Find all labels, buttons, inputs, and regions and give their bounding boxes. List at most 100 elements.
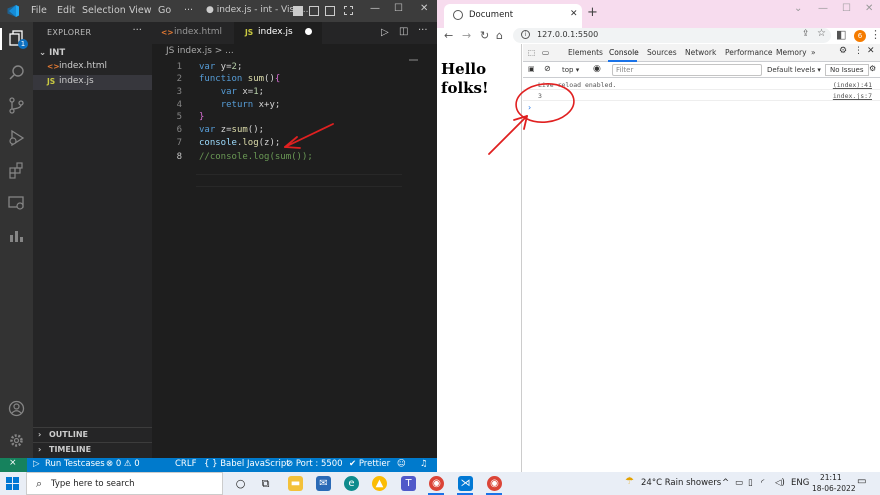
- file-index-html[interactable]: <> index.html: [33, 60, 152, 75]
- teams-icon[interactable]: T: [401, 476, 416, 491]
- run-file-icon[interactable]: ▷: [381, 27, 389, 38]
- vscode-taskbar-icon[interactable]: ⋊: [458, 476, 473, 491]
- console-filter-input[interactable]: Filter: [612, 64, 762, 76]
- language-indicator[interactable]: ENG: [791, 478, 809, 488]
- device-toolbar-icon[interactable]: ▭: [542, 48, 549, 57]
- share-icon[interactable]: ⇪: [802, 29, 810, 39]
- close-icon[interactable]: ✕: [420, 3, 428, 14]
- menu-view[interactable]: View: [129, 5, 152, 16]
- tab-elements[interactable]: Elements: [568, 48, 603, 57]
- clear-console-icon[interactable]: ⊘: [544, 64, 551, 73]
- more-tabs-icon[interactable]: »: [811, 48, 816, 57]
- site-info-icon[interactable]: i: [521, 30, 530, 39]
- mail-icon[interactable]: ✉: [316, 476, 331, 491]
- tab-performance[interactable]: Performance: [725, 48, 773, 57]
- outline-section[interactable]: › OUTLINE: [33, 427, 152, 442]
- source-control-icon[interactable]: [8, 97, 25, 114]
- run-debug-icon[interactable]: [8, 129, 25, 146]
- maximize-icon[interactable]: ☐: [842, 3, 851, 14]
- volume-icon[interactable]: ◁): [775, 478, 785, 488]
- network-icon[interactable]: ▭: [735, 478, 743, 488]
- tab-index-js[interactable]: JS index.js: [234, 22, 322, 44]
- google-drive-icon[interactable]: ▲: [372, 476, 387, 491]
- menu-go[interactable]: Go: [158, 5, 171, 16]
- split-editor-icon[interactable]: ◫: [399, 26, 408, 37]
- notifications-icon[interactable]: ▭: [857, 476, 866, 487]
- taskbar-search-box[interactable]: ⌕ Type here to search: [26, 472, 223, 495]
- code-line-6[interactable]: var z=sum();: [199, 125, 264, 135]
- eol-indicator[interactable]: CRLF: [175, 459, 196, 469]
- menu-selection[interactable]: Selection: [82, 5, 126, 16]
- run-testcases-button[interactable]: Run Testcases: [45, 459, 105, 469]
- search-icon[interactable]: [8, 64, 25, 81]
- language-mode[interactable]: { } Babel JavaScript: [204, 459, 290, 469]
- close-tab-icon[interactable]: ✕: [570, 9, 578, 19]
- chrome-second-icon[interactable]: ◉: [487, 476, 502, 491]
- side-panel-icon[interactable]: ◧: [836, 28, 846, 41]
- settings-gear-icon[interactable]: [8, 432, 25, 449]
- browser-tab[interactable]: Document ✕: [444, 4, 582, 28]
- live-server-port[interactable]: ⊘ Port : 5500: [286, 459, 343, 469]
- toggle-sidebar-icon[interactable]: [293, 6, 303, 16]
- problems-indicator[interactable]: ⊗ 0 ⚠ 0: [106, 459, 140, 469]
- code-line-4[interactable]: return x+y;: [199, 100, 281, 110]
- menu-more[interactable]: ···: [184, 5, 193, 16]
- menu-edit[interactable]: Edit: [57, 5, 75, 16]
- browser-menu-icon[interactable]: ⋮: [870, 28, 880, 41]
- tab-search-icon[interactable]: ⌄: [794, 3, 802, 14]
- windows-start-icon[interactable]: [6, 477, 19, 490]
- minimap[interactable]: [409, 59, 418, 61]
- prettier-status[interactable]: ✔ Prettier: [349, 459, 390, 469]
- show-hidden-icons-icon[interactable]: ^: [722, 478, 729, 488]
- timeline-section[interactable]: › TIMELINE: [33, 442, 152, 457]
- console-prompt[interactable]: ›: [528, 103, 531, 112]
- code-line-2[interactable]: function sum(){: [199, 74, 280, 84]
- editor-more-icon[interactable]: ···: [418, 25, 428, 36]
- file-index-js[interactable]: JS index.js: [33, 75, 152, 90]
- tab-console[interactable]: Console: [609, 48, 639, 57]
- tab-index-html[interactable]: <> index.html: [152, 22, 234, 44]
- bookmark-star-icon[interactable]: ☆: [817, 28, 826, 39]
- url-text[interactable]: 127.0.0.1:5500: [537, 30, 598, 39]
- tab-sources[interactable]: Sources: [647, 48, 677, 57]
- unsaved-dot-icon[interactable]: [305, 28, 312, 35]
- console-source-link[interactable]: index.js:7: [833, 92, 872, 100]
- battery-icon[interactable]: ▯: [748, 478, 753, 488]
- chrome-icon[interactable]: ◉: [429, 476, 444, 491]
- forward-icon[interactable]: →: [462, 29, 471, 42]
- clock-time[interactable]: 21:11: [820, 473, 842, 482]
- tab-network[interactable]: Network: [685, 48, 716, 57]
- profile-avatar[interactable]: 6: [854, 30, 866, 42]
- cortana-icon[interactable]: ○: [233, 476, 248, 491]
- remote-indicator[interactable]: ⨯: [0, 458, 27, 472]
- explorer-more-icon[interactable]: ···: [132, 25, 142, 36]
- toggle-secondary-sidebar-icon[interactable]: [325, 6, 335, 16]
- code-line-1[interactable]: var y=2;: [199, 62, 242, 72]
- reload-icon[interactable]: ↻: [480, 29, 489, 42]
- wifi-icon[interactable]: ◜: [761, 478, 764, 488]
- console-source-link[interactable]: (index):41: [833, 81, 872, 89]
- address-bar[interactable]: i 127.0.0.1:5500 ⇪ ☆: [513, 28, 831, 43]
- minimize-icon[interactable]: —: [818, 3, 828, 14]
- folder-int[interactable]: ⌄ INT: [39, 48, 65, 58]
- notifications-bell-icon[interactable]: ♫: [420, 459, 428, 469]
- breadcrumb[interactable]: JS index.js > ...: [166, 46, 234, 56]
- edge-browser-icon[interactable]: e: [344, 476, 359, 491]
- devtools-menu-icon[interactable]: ⋮: [854, 46, 863, 56]
- console-settings-icon[interactable]: ⚙: [869, 64, 876, 73]
- toggle-panel-icon[interactable]: [309, 6, 319, 16]
- code-line-7[interactable]: console.log(z);: [199, 138, 280, 148]
- issues-button[interactable]: No Issues: [825, 64, 869, 76]
- code-line-5[interactable]: }: [199, 112, 204, 122]
- log-levels-dropdown[interactable]: Default levels ▾: [767, 66, 821, 74]
- new-tab-button[interactable]: +: [587, 5, 598, 20]
- live-expression-eye-icon[interactable]: ◉: [593, 64, 601, 74]
- file-explorer-icon[interactable]: ▬: [288, 476, 303, 491]
- home-icon[interactable]: ⌂: [496, 29, 503, 42]
- clock-date[interactable]: 18-06-2022: [812, 484, 856, 493]
- maximize-icon[interactable]: ☐: [394, 3, 403, 14]
- tab-memory[interactable]: Memory: [776, 48, 807, 57]
- testing-chart-icon[interactable]: [8, 227, 25, 244]
- remote-explorer-icon[interactable]: [8, 194, 25, 211]
- weather-text[interactable]: 24°C Rain showers: [641, 478, 721, 488]
